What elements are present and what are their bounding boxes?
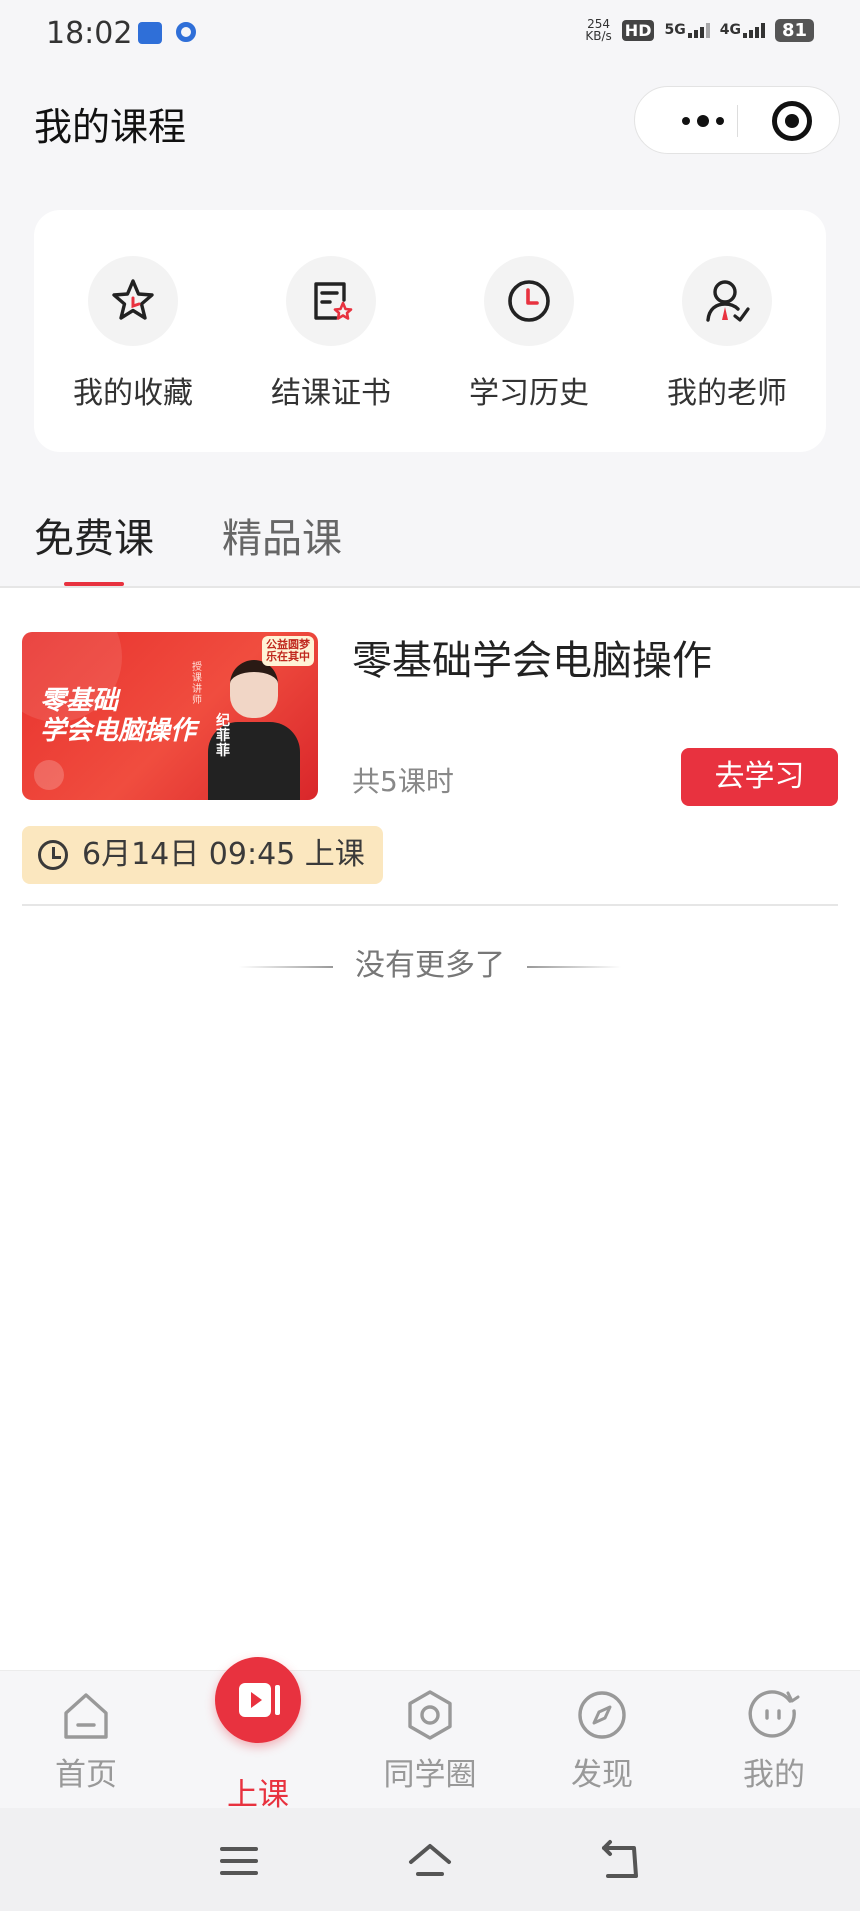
network-speed: 254 KB/s — [585, 17, 612, 43]
status-indicators: 254 KB/s HD 5G 4G 81 — [585, 18, 814, 42]
play-class-icon[interactable] — [215, 1657, 301, 1743]
notification-app-icon — [138, 22, 162, 44]
more-options-icon[interactable] — [663, 105, 743, 137]
nav-home[interactable]: 首页 — [16, 1687, 156, 1794]
close-mini-program-icon[interactable] — [772, 101, 812, 141]
hexagon-icon — [408, 1690, 452, 1740]
compass-icon — [578, 1691, 626, 1739]
bottom-tab-bar: 首页 上课 同学圈 发现 我的 — [0, 1657, 860, 1813]
back-icon[interactable] — [596, 1836, 646, 1886]
cover-title: 零基础 学会电脑操作 — [40, 686, 197, 746]
shortcut-certificates[interactable]: 结课证书 — [246, 256, 416, 452]
cover-teacher-caption: 授课讲师 — [192, 662, 202, 706]
item-divider — [22, 904, 838, 906]
status-time: 18:02 — [46, 16, 133, 51]
lesson-count: 共5课时 — [352, 765, 454, 798]
face-icon — [748, 1690, 800, 1738]
course-title[interactable]: 零基础学会电脑操作 — [352, 628, 712, 686]
shortcut-favorites[interactable]: 我的收藏 — [48, 256, 218, 452]
status-bar: 18:02 254 KB/s HD 5G 4G 81 — [0, 0, 860, 66]
nav-classmates[interactable]: 同学圈 — [360, 1687, 500, 1794]
hd-icon: HD — [621, 19, 655, 41]
shortcut-card: 我的收藏 结课证书 学习历史 我的老师 — [34, 210, 826, 452]
star-icon — [88, 256, 178, 346]
title-bar: 我的课程 — [0, 66, 860, 176]
class-schedule-text: 6月14日 09:45 上课 — [82, 837, 365, 872]
capsule-divider — [737, 105, 738, 137]
cover-tag: 公益圆梦 乐在其中 — [262, 636, 314, 666]
clock-icon — [38, 840, 68, 870]
teacher-icon — [682, 256, 772, 346]
page-title: 我的课程 — [34, 105, 187, 149]
tab-premium-course[interactable]: 精品课 — [222, 506, 342, 564]
home-icon — [64, 1693, 108, 1739]
system-navigation-bar — [0, 1808, 860, 1911]
shortcut-teachers[interactable]: 我的老师 — [642, 256, 812, 452]
course-cover-image[interactable]: 零基础 学会电脑操作 授课讲师 纪菲菲 公益圆梦 乐在其中 — [22, 632, 318, 800]
certificate-icon — [286, 256, 376, 346]
shortcut-history[interactable]: 学习历史 — [444, 256, 614, 452]
class-schedule-badge: 6月14日 09:45 上课 — [22, 826, 383, 884]
tab-free-course[interactable]: 免费课 — [34, 506, 154, 564]
clock-history-icon — [484, 256, 574, 346]
cover-teacher-name: 纪菲菲 — [216, 713, 230, 759]
mini-program-capsule — [634, 86, 840, 154]
signal-5g-icon: 5G — [664, 22, 710, 38]
course-list-item[interactable]: 零基础 学会电脑操作 授课讲师 纪菲菲 公益圆梦 乐在其中 零基础学会电脑操作 … — [0, 588, 860, 908]
notification-browser-icon — [176, 22, 196, 42]
signal-4g-icon: 4G — [720, 22, 765, 38]
nav-me[interactable]: 我的 — [704, 1687, 844, 1794]
home-button-icon[interactable] — [405, 1836, 455, 1886]
start-learning-button[interactable]: 去学习 — [681, 748, 838, 806]
active-tab-indicator — [64, 582, 124, 586]
nav-discover[interactable]: 发现 — [532, 1687, 672, 1794]
app-page: 18:02 254 KB/s HD 5G 4G 81 我的课程 我的收藏 结课证… — [0, 0, 860, 1911]
course-type-tabs: 免费课 精品课 — [0, 476, 860, 588]
list-end-indicator: 没有更多了 — [0, 940, 860, 984]
battery-icon: 81 — [774, 18, 814, 42]
menu-icon[interactable] — [214, 1836, 264, 1886]
